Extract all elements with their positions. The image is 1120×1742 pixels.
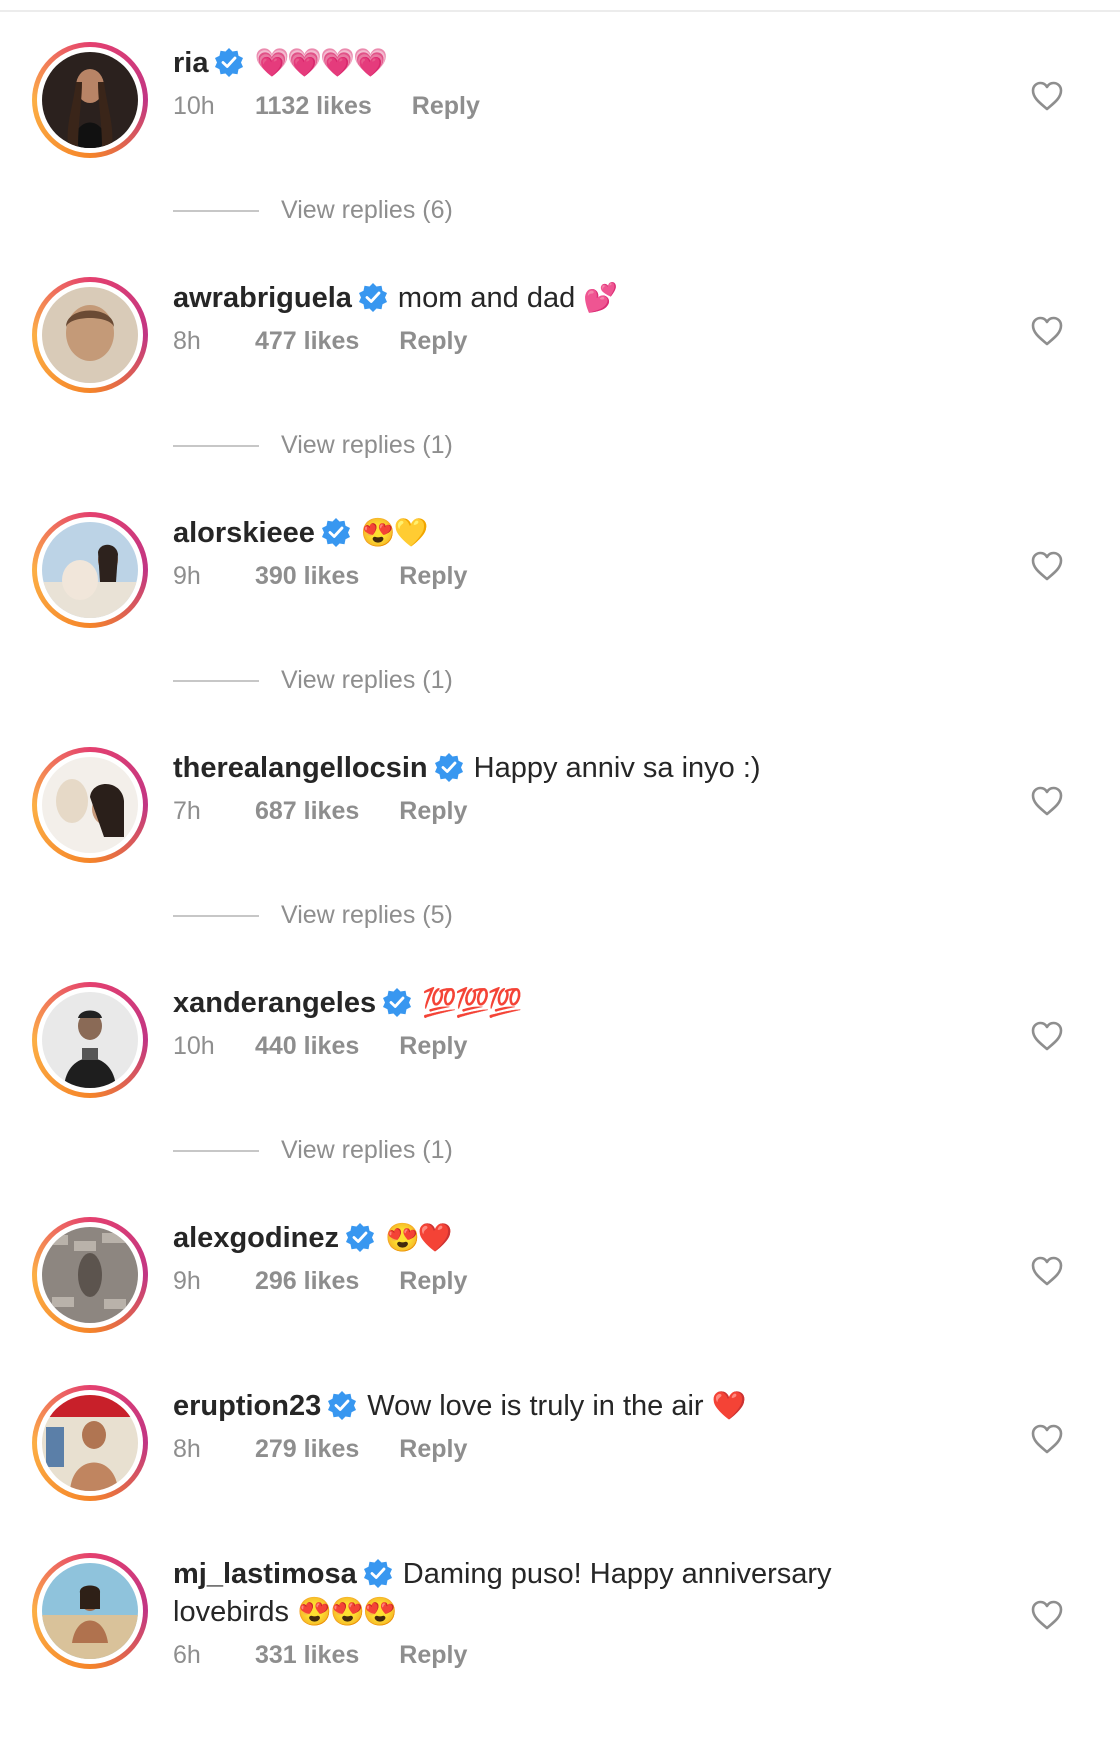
view-replies-link[interactable]: View replies (1) — [173, 1136, 453, 1165]
verified-badge-icon — [327, 1390, 357, 1420]
verified-badge-icon — [358, 282, 388, 312]
username[interactable]: xanderangeles — [173, 987, 376, 1019]
reply-button[interactable]: Reply — [399, 1267, 467, 1296]
heart-outline-icon[interactable] — [1030, 1020, 1064, 1052]
view-replies-link[interactable]: View replies (1) — [173, 431, 453, 460]
comment-emoji: 😍❤️ — [385, 1222, 453, 1253]
username[interactable]: eruption23 — [173, 1390, 321, 1422]
view-replies-label[interactable]: View replies (1) — [281, 431, 453, 459]
reply-button[interactable]: Reply — [399, 327, 467, 356]
verified-badge-icon — [214, 47, 244, 77]
comment-text: Wow love is truly in the air — [367, 1390, 704, 1422]
heart-outline-icon[interactable] — [1030, 315, 1064, 347]
likes-count[interactable]: 279 likes — [255, 1435, 359, 1464]
comment-time: 9h — [173, 562, 201, 590]
heart-outline-icon[interactable] — [1030, 1255, 1064, 1287]
username[interactable]: alorskieee — [173, 517, 315, 549]
view-replies-label[interactable]: View replies (5) — [281, 901, 453, 929]
avatar[interactable] — [32, 1217, 148, 1333]
username[interactable]: alexgodinez — [173, 1222, 339, 1254]
comment-time: 10h — [173, 92, 215, 120]
heart-outline-icon[interactable] — [1030, 1423, 1064, 1455]
view-replies-label[interactable]: View replies (6) — [281, 196, 453, 224]
comment-time: 8h — [173, 327, 201, 355]
username[interactable]: ria — [173, 47, 208, 79]
heart-outline-icon[interactable] — [1030, 80, 1064, 112]
replies-divider — [173, 680, 259, 683]
avatar[interactable] — [32, 747, 148, 863]
comment-time: 7h — [173, 797, 201, 825]
comment-emoji: 💕 — [583, 282, 618, 313]
comment-emoji: 😍💛 — [360, 517, 429, 548]
likes-count[interactable]: 477 likes — [255, 327, 359, 356]
reply-button[interactable]: Reply — [399, 1435, 467, 1464]
view-replies-label[interactable]: View replies (1) — [281, 666, 453, 694]
avatar[interactable] — [32, 277, 148, 393]
top-divider — [0, 0, 1120, 12]
comment-time: 8h — [173, 1435, 201, 1463]
likes-count[interactable]: 1132 likes — [255, 92, 372, 121]
reply-button[interactable]: Reply — [399, 1641, 467, 1670]
view-replies-link[interactable]: View replies (6) — [173, 196, 453, 225]
comment-time: 6h — [173, 1641, 201, 1669]
likes-count[interactable]: 687 likes — [255, 797, 359, 826]
avatar[interactable] — [32, 1385, 148, 1501]
reply-button[interactable]: Reply — [399, 797, 467, 826]
verified-badge-icon — [382, 987, 412, 1017]
likes-count[interactable]: 331 likes — [255, 1641, 359, 1670]
view-replies-link[interactable]: View replies (1) — [173, 666, 453, 695]
heart-outline-icon[interactable] — [1030, 785, 1064, 817]
verified-badge-icon — [363, 1558, 393, 1588]
username[interactable]: awrabriguela — [173, 282, 352, 314]
avatar[interactable] — [32, 42, 148, 158]
likes-count[interactable]: 296 likes — [255, 1267, 359, 1296]
username[interactable]: therealangellocsin — [173, 752, 428, 784]
comment-time: 9h — [173, 1267, 201, 1295]
comment-emoji: 💗💗💗💗 — [254, 47, 387, 78]
comment-emoji: 😍😍😍 — [297, 1596, 398, 1627]
username[interactable]: mj_lastimosa — [173, 1558, 357, 1590]
likes-count[interactable]: 440 likes — [255, 1032, 359, 1061]
comment-time: 10h — [173, 1032, 215, 1060]
likes-count[interactable]: 390 likes — [255, 562, 359, 591]
replies-divider — [173, 445, 259, 448]
reply-button[interactable]: Reply — [412, 92, 480, 121]
replies-divider — [173, 210, 259, 213]
view-replies-label[interactable]: View replies (1) — [281, 1136, 453, 1164]
verified-badge-icon — [321, 517, 351, 547]
heart-outline-icon[interactable] — [1030, 550, 1064, 582]
heart-outline-icon[interactable] — [1030, 1599, 1064, 1631]
reply-button[interactable]: Reply — [399, 562, 467, 591]
replies-divider — [173, 915, 259, 918]
avatar[interactable] — [32, 982, 148, 1098]
comment-emoji: ❤️ — [711, 1390, 747, 1421]
view-replies-link[interactable]: View replies (5) — [173, 901, 453, 930]
comment-text: Happy anniv sa inyo :) — [473, 752, 761, 784]
avatar[interactable] — [32, 1553, 148, 1669]
verified-badge-icon — [345, 1222, 375, 1252]
comment-text: mom and dad — [397, 282, 576, 314]
replies-divider — [173, 1150, 259, 1153]
avatar[interactable] — [32, 512, 148, 628]
comment-emoji: 💯💯💯 — [422, 987, 523, 1018]
verified-badge-icon — [434, 752, 464, 782]
reply-button[interactable]: Reply — [399, 1032, 467, 1061]
